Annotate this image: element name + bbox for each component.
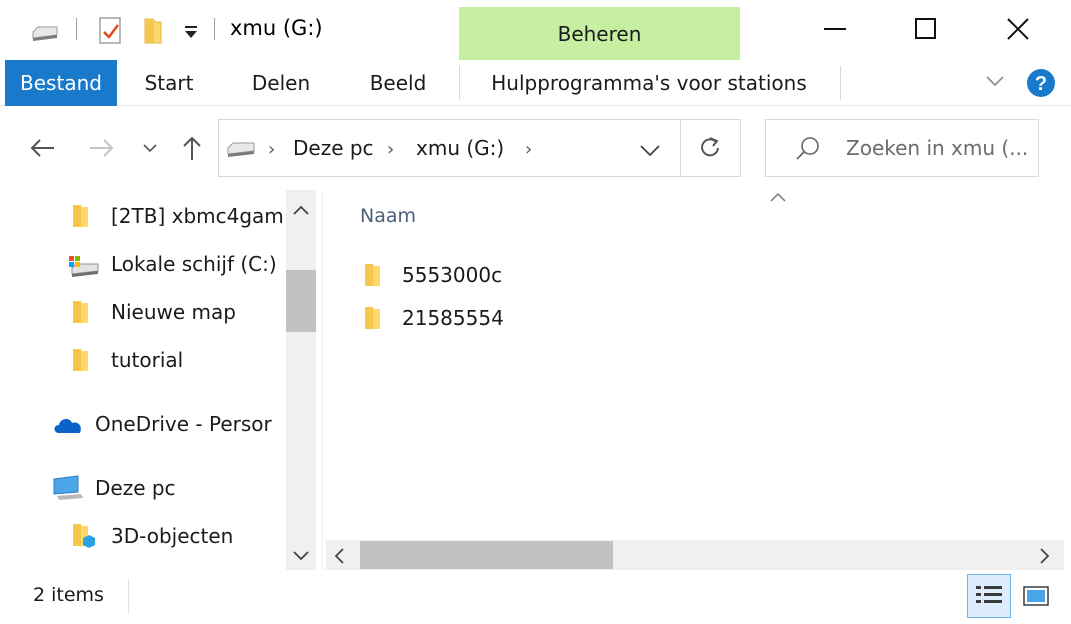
sort-indicator-icon bbox=[769, 188, 787, 207]
local-disk-icon bbox=[69, 256, 99, 277]
search-box[interactable]: Zoeken in xmu (... bbox=[765, 119, 1039, 177]
folder-icon bbox=[73, 301, 88, 323]
folder-icon bbox=[365, 264, 380, 286]
recent-locations-button[interactable] bbox=[132, 122, 168, 174]
back-button[interactable] bbox=[22, 122, 62, 174]
forward-button[interactable] bbox=[82, 122, 122, 174]
title-separator bbox=[214, 18, 215, 40]
tab-beeld[interactable]: Beeld bbox=[352, 60, 444, 106]
status-separator bbox=[128, 580, 129, 614]
horizontal-scrollbar-thumb[interactable] bbox=[360, 541, 613, 569]
nav-item-label: 3D-objecten bbox=[111, 524, 234, 548]
new-folder-icon[interactable] bbox=[142, 17, 164, 49]
chevron-down-icon bbox=[143, 144, 157, 153]
column-header-name[interactable]: Naam bbox=[360, 205, 416, 227]
tab-hulpprogrammas[interactable]: Hulpprogramma's voor stations bbox=[466, 60, 832, 106]
close-button[interactable] bbox=[972, 0, 1064, 58]
breadcrumb-chevron-icon[interactable]: › bbox=[525, 139, 532, 160]
details-view-icon bbox=[976, 586, 1002, 603]
maximize-button[interactable] bbox=[880, 0, 972, 58]
properties-icon[interactable] bbox=[98, 16, 124, 50]
nav-item-label: tutorial bbox=[111, 348, 184, 372]
tab-bestand[interactable]: Bestand bbox=[5, 60, 117, 106]
folder-icon bbox=[73, 205, 88, 227]
search-icon bbox=[794, 135, 822, 167]
maximize-icon bbox=[915, 18, 936, 39]
ribbon-separator bbox=[840, 66, 841, 100]
nav-item-onedrive[interactable]: OneDrive - Persor bbox=[51, 404, 285, 444]
3d-objects-folder-icon bbox=[73, 524, 95, 548]
help-icon[interactable]: ? bbox=[1026, 68, 1056, 102]
breadcrumb-chevron-icon[interactable]: › bbox=[268, 139, 275, 160]
breadcrumb-xmu[interactable]: xmu (G:) bbox=[416, 136, 504, 160]
navigation-pane: [2TB] xbmc4gam Lokale schijf (C:) Nieuwe… bbox=[0, 190, 318, 570]
search-input[interactable]: Zoeken in xmu (... bbox=[846, 136, 1028, 160]
nav-item-nieuwe-map[interactable]: Nieuwe map bbox=[70, 292, 284, 332]
address-separator bbox=[680, 119, 681, 177]
window-title: xmu (G:) bbox=[230, 16, 323, 40]
tab-delen[interactable]: Delen bbox=[234, 60, 328, 106]
nav-item-label: Nieuwe map bbox=[111, 300, 236, 324]
scroll-right-icon[interactable] bbox=[1038, 546, 1052, 570]
item-count: 2 items bbox=[33, 584, 104, 606]
minimize-button[interactable] bbox=[790, 0, 882, 58]
up-button[interactable] bbox=[172, 122, 212, 174]
drive-icon bbox=[225, 140, 257, 162]
context-tab-beheren[interactable]: Beheren bbox=[459, 7, 740, 61]
scroll-down-icon[interactable] bbox=[291, 548, 311, 567]
file-name: 5553000c bbox=[402, 263, 503, 287]
back-arrow-icon bbox=[30, 139, 54, 157]
quick-access-separator bbox=[76, 18, 77, 40]
nav-item-tutorial[interactable]: tutorial bbox=[70, 340, 284, 380]
address-bar[interactable]: › Deze pc › xmu (G:) › bbox=[218, 119, 741, 177]
computer-icon bbox=[53, 475, 83, 500]
breadcrumb-chevron-icon[interactable]: › bbox=[387, 139, 394, 160]
ribbon-tabs: Bestand Start Delen Beeld Hulpprogramma'… bbox=[0, 60, 1071, 106]
scroll-left-icon[interactable] bbox=[332, 546, 346, 570]
status-bar bbox=[0, 572, 1071, 624]
svg-text:?: ? bbox=[1035, 73, 1047, 95]
expand-ribbon-icon[interactable] bbox=[984, 72, 1006, 94]
customize-quick-access-icon[interactable] bbox=[182, 24, 200, 44]
nav-item-label: Deze pc bbox=[95, 476, 176, 500]
tab-start[interactable]: Start bbox=[127, 60, 211, 106]
large-icons-view-icon bbox=[1023, 586, 1049, 606]
ribbon-separator bbox=[459, 66, 460, 100]
folder-icon bbox=[365, 307, 380, 329]
folder-icon bbox=[73, 349, 88, 371]
nav-item-2tb[interactable]: [2TB] xbmc4gam bbox=[70, 196, 284, 236]
forward-arrow-icon bbox=[90, 139, 114, 157]
breadcrumb-deze-pc[interactable]: Deze pc bbox=[293, 136, 374, 160]
large-icons-view-button[interactable] bbox=[1014, 574, 1058, 618]
title-bar: xmu (G:) Beheren bbox=[0, 0, 1071, 61]
refresh-icon bbox=[701, 137, 719, 157]
pane-divider[interactable] bbox=[322, 190, 323, 570]
close-icon bbox=[1007, 18, 1029, 40]
refresh-button[interactable] bbox=[696, 134, 724, 166]
nav-item-label: OneDrive - Persor bbox=[95, 412, 272, 436]
minimize-icon bbox=[824, 28, 846, 30]
list-item-folder[interactable]: 21585554 bbox=[362, 298, 504, 338]
scroll-up-icon[interactable] bbox=[291, 202, 311, 221]
nav-item-label: [2TB] xbmc4gam bbox=[111, 204, 284, 228]
file-name: 21585554 bbox=[402, 306, 504, 330]
nav-item-3d-objecten[interactable]: 3D-objecten bbox=[70, 516, 284, 556]
nav-item-deze-pc[interactable]: Deze pc bbox=[51, 468, 285, 508]
navigation-scrollbar[interactable] bbox=[286, 190, 316, 570]
list-item-folder[interactable]: 5553000c bbox=[362, 255, 502, 295]
nav-item-label: Lokale schijf (C:) bbox=[111, 252, 277, 276]
up-arrow-icon bbox=[183, 136, 201, 160]
address-history-chevron-down-icon[interactable] bbox=[639, 142, 661, 161]
onedrive-cloud-icon bbox=[54, 419, 81, 433]
details-view-button[interactable] bbox=[967, 574, 1011, 618]
drive-icon[interactable] bbox=[30, 24, 60, 46]
navigation-scrollbar-thumb[interactable] bbox=[286, 270, 316, 332]
nav-item-local-disk[interactable]: Lokale schijf (C:) bbox=[66, 244, 286, 284]
